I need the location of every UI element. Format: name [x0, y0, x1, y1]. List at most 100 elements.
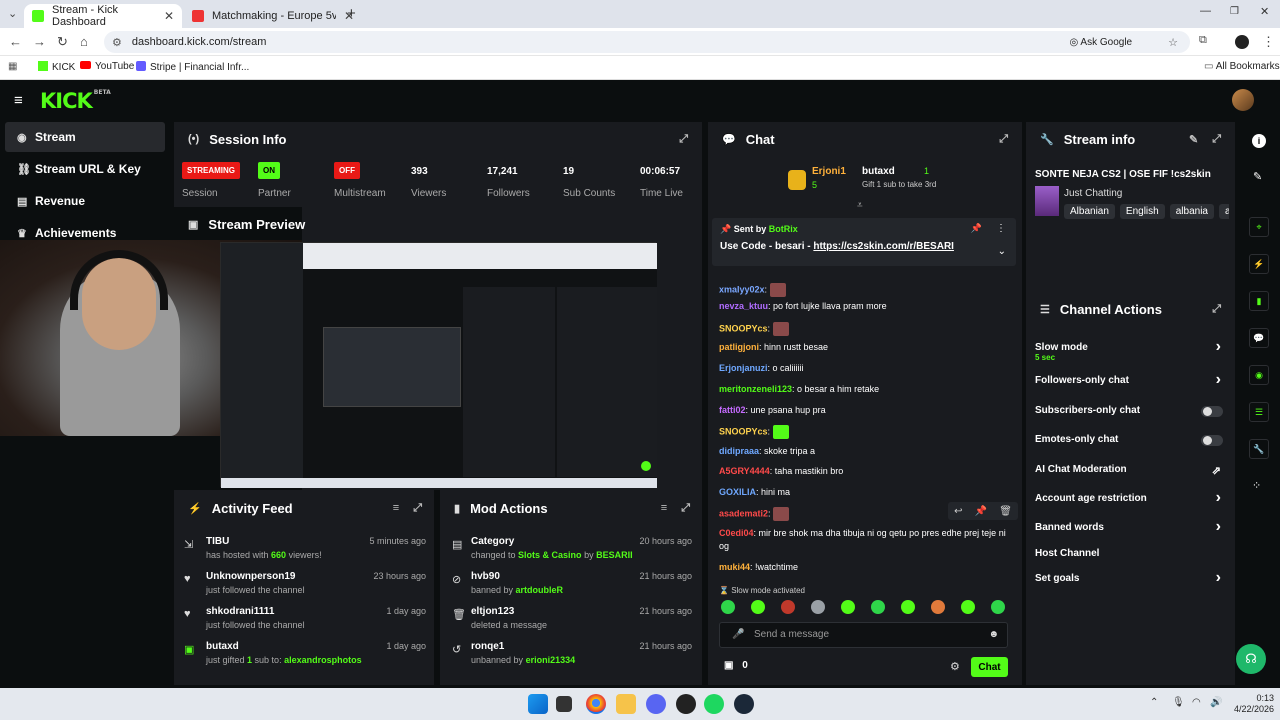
sidebar-item-stream-url-key[interactable]: ⛓ Stream URL & Key — [5, 154, 165, 184]
chat-input[interactable]: 🎤 Send a message ☻ — [719, 622, 1008, 648]
chat-username[interactable]: meritonzeneli123 — [719, 384, 792, 394]
rail-list-icon[interactable]: ☰ — [1249, 402, 1269, 422]
rail-broadcast-icon[interactable]: ◉ — [1249, 365, 1269, 385]
rail-apps-icon[interactable]: ⁘ — [1252, 479, 1261, 492]
info-icon[interactable]: i — [1252, 134, 1266, 148]
quick-emote-icon[interactable] — [811, 600, 825, 614]
chat-username[interactable]: C0edi04 — [719, 528, 754, 538]
expand-icon[interactable]: ⤢ — [679, 133, 688, 146]
channel-action-item[interactable]: Host Channel — [1035, 548, 1225, 564]
faceit-icon[interactable] — [676, 694, 696, 714]
forward-icon[interactable]: → — [33, 34, 46, 49]
rail-chat-icon[interactable]: 💬 — [1249, 328, 1269, 348]
reload-icon[interactable]: ↻ — [57, 34, 68, 50]
tag[interactable]: Albanian — [1064, 204, 1115, 219]
windows-start-icon[interactable] — [528, 694, 548, 714]
quick-emote-icon[interactable] — [721, 600, 735, 614]
apps-grid-icon[interactable]: ▦ — [8, 61, 17, 72]
sidebar-item-stream[interactable]: ◉ Stream — [5, 122, 165, 152]
microphone-icon[interactable]: 🎤 — [732, 623, 744, 647]
spotify-icon[interactable] — [704, 694, 724, 714]
bookmark-kick[interactable]: KICK — [38, 61, 75, 73]
channel-action-item[interactable]: Account age restriction › — [1035, 489, 1225, 509]
expand-icon[interactable]: ⤢ — [413, 502, 422, 515]
quick-emote-icon[interactable] — [901, 600, 915, 614]
close-window-icon[interactable]: ✕ — [1260, 5, 1269, 18]
chat-username[interactable]: nevza_ktuu — [719, 301, 768, 311]
rail-document-icon[interactable]: ▮ — [1249, 291, 1269, 311]
site-info-icon[interactable]: ⚙ — [112, 36, 122, 49]
hamburger-menu-icon[interactable]: ≡ — [14, 92, 23, 109]
toggle-switch[interactable] — [1201, 435, 1223, 446]
expand-icon[interactable]: ⤢ — [999, 133, 1008, 146]
home-icon[interactable]: ⌂ — [80, 34, 88, 49]
tray-wifi-icon[interactable]: ◠ — [1192, 697, 1201, 708]
channel-action-item[interactable]: AI Chat Moderation ⇗ — [1035, 464, 1225, 480]
extensions-icon[interactable]: ⧉ — [1199, 34, 1207, 47]
channel-action-item[interactable]: Emotes-only chat — [1035, 434, 1225, 450]
ask-google-button[interactable]: ◎ Ask Google — [1069, 37, 1132, 48]
filter-icon[interactable]: ≡ — [393, 502, 399, 514]
collapse-gifters-icon[interactable]: ⩡ — [857, 200, 863, 211]
unpin-icon[interactable]: 📌 — [971, 223, 982, 234]
tab-kick-dashboard[interactable]: Stream - Kick Dashboard ✕ — [24, 4, 182, 28]
tag[interactable]: English — [1119, 204, 1165, 219]
back-icon[interactable]: ← — [9, 34, 22, 49]
task-view-icon[interactable] — [556, 696, 572, 712]
chat-settings-icon[interactable]: ⚙ — [950, 660, 960, 673]
tab-matchmaking[interactable]: Matchmaking - Europe 5v5 Qu ✕ — [184, 4, 362, 28]
bookmark-youtube[interactable]: YouTube — [80, 61, 134, 72]
toggle-switch[interactable] — [1201, 406, 1223, 417]
quick-emote-icon[interactable] — [751, 600, 765, 614]
chat-username[interactable]: asademati2 — [719, 508, 768, 518]
chat-username[interactable]: patligjoni — [719, 342, 759, 352]
channel-action-item[interactable]: Subscribers-only chat — [1035, 405, 1225, 421]
pinned-author[interactable]: BotRix — [769, 224, 798, 234]
pinned-link[interactable]: https://cs2skin.com/r/BESARI — [813, 241, 954, 252]
chat-username[interactable]: fatti02 — [719, 405, 746, 415]
rail-target-icon[interactable]: ⌖ — [1249, 217, 1269, 237]
tab-search-icon[interactable]: ⌄ — [8, 7, 17, 20]
quick-emote-icon[interactable] — [841, 600, 855, 614]
filter-icon[interactable]: ≡ — [661, 502, 667, 514]
chrome-icon[interactable] — [586, 694, 606, 714]
quick-emote-icon[interactable] — [781, 600, 795, 614]
sidebar-item-revenue[interactable]: ▤ Revenue — [5, 186, 165, 216]
tray-chevron-icon[interactable]: ⌃ — [1150, 697, 1158, 708]
rail-bolt-icon[interactable]: ⚡ — [1249, 254, 1269, 274]
bookmark-star-icon[interactable]: ☆ — [1168, 36, 1178, 49]
quick-emote-icon[interactable] — [961, 600, 975, 614]
send-chat-button[interactable]: Chat — [971, 657, 1008, 677]
expand-icon[interactable]: ⤢ — [1212, 303, 1221, 316]
tag[interactable]: a — [1219, 204, 1229, 219]
tray-mic-icon[interactable]: 🎙 — [1172, 697, 1185, 708]
minimize-icon[interactable]: — — [1200, 5, 1211, 17]
tray-volume-icon[interactable]: 🔊 — [1210, 697, 1222, 708]
bookmark-stripe[interactable]: Stripe | Financial Infr... — [136, 61, 249, 73]
gifter-name[interactable]: Erjoni1 — [812, 166, 846, 177]
pencil-icon[interactable]: ✎ — [1253, 170, 1262, 183]
clock[interactable]: 0:13 4/22/2026 — [1222, 693, 1274, 715]
user-avatar[interactable] — [1232, 89, 1254, 111]
expand-icon[interactable]: ⤢ — [681, 502, 690, 515]
rail-wrench-icon[interactable]: 🔧 — [1249, 439, 1269, 459]
chat-username[interactable]: SNOOPYcs — [719, 323, 768, 333]
chat-username[interactable]: GOXILIA — [719, 487, 756, 497]
stream-preview-video[interactable] — [220, 242, 657, 488]
edit-icon[interactable]: ✎ — [1189, 133, 1198, 146]
emoji-picker-icon[interactable]: ☻ — [988, 623, 999, 647]
discord-icon[interactable] — [646, 694, 666, 714]
file-explorer-icon[interactable] — [616, 694, 636, 714]
steam-icon[interactable] — [734, 694, 754, 714]
new-tab-icon[interactable]: + — [347, 5, 356, 22]
expand-icon[interactable]: ⤢ — [1212, 133, 1221, 146]
support-headset-button[interactable]: ☊ — [1236, 644, 1266, 674]
chat-username[interactable]: SNOOPYcs — [719, 426, 768, 436]
channel-action-item[interactable]: Set goals › — [1035, 569, 1225, 589]
delete-message-icon[interactable]: 🗑 — [999, 506, 1012, 517]
close-tab-icon[interactable]: ✕ — [164, 9, 174, 23]
gifter-name[interactable]: butaxd — [862, 166, 895, 177]
expand-pinned-icon[interactable]: ⌄ — [998, 246, 1006, 257]
address-bar[interactable]: ⚙ dashboard.kick.com/stream ◎ Ask Google… — [104, 31, 1190, 53]
menu-dots-icon[interactable]: ⋮ — [1262, 34, 1275, 50]
